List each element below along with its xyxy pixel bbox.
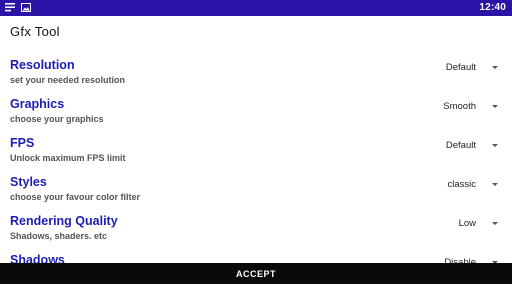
dropdown-value: classic [447, 178, 476, 190]
setting-title: FPS [10, 136, 35, 150]
setting-subtitle: Unlock maximum FPS limit [10, 153, 126, 163]
dropdown-arrow-icon [492, 104, 498, 108]
status-clock: 12:40 [479, 2, 506, 13]
setting-row-rendering-quality: Rendering Quality Shadows, shaders. etc … [0, 210, 512, 249]
dropdown-arrow-icon [492, 182, 498, 186]
rendering-quality-dropdown[interactable]: Low [388, 214, 498, 232]
dropdown-value: Default [445, 139, 476, 151]
fps-dropdown[interactable]: Default [388, 136, 498, 154]
setting-title: Styles [10, 175, 47, 189]
styles-dropdown[interactable]: classic [388, 175, 498, 193]
setting-row-graphics: Graphics choose your graphics Smooth [0, 93, 512, 132]
setting-subtitle: choose your favour color filter [10, 192, 141, 202]
dropdown-value: Default [445, 61, 476, 73]
setting-subtitle: set your needed resolution [10, 75, 126, 85]
setting-row-fps: FPS Unlock maximum FPS limit Default [0, 132, 512, 171]
resolution-dropdown[interactable]: Default [388, 58, 498, 76]
dropdown-arrow-icon [492, 65, 498, 69]
bottom-strip [0, 284, 512, 288]
setting-title: Resolution [10, 58, 75, 72]
setting-row-resolution: Resolution set your needed resolution De… [0, 54, 512, 93]
setting-subtitle: choose your graphics [10, 114, 104, 124]
accept-button[interactable]: ACCEPT [0, 263, 512, 284]
setting-row-styles: Styles choose your favour color filter c… [0, 171, 512, 210]
status-icons [5, 3, 31, 12]
image-icon [21, 3, 31, 12]
setting-subtitle: Shadows, shaders. etc [10, 231, 108, 241]
dropdown-arrow-icon [492, 221, 498, 225]
app-title: Gfx Tool [10, 24, 60, 39]
dropdown-arrow-icon [492, 143, 498, 147]
dropdown-value: Smooth [443, 100, 476, 112]
dropdown-value: Low [458, 217, 476, 229]
status-bar: 12:40 [0, 0, 512, 16]
setting-title: Graphics [10, 97, 65, 111]
notes-icon [5, 3, 15, 12]
screen: 12:40 Gfx Tool Resolution set your neede… [0, 0, 512, 288]
setting-title: Rendering Quality [10, 214, 118, 228]
graphics-dropdown[interactable]: Smooth [388, 97, 498, 115]
